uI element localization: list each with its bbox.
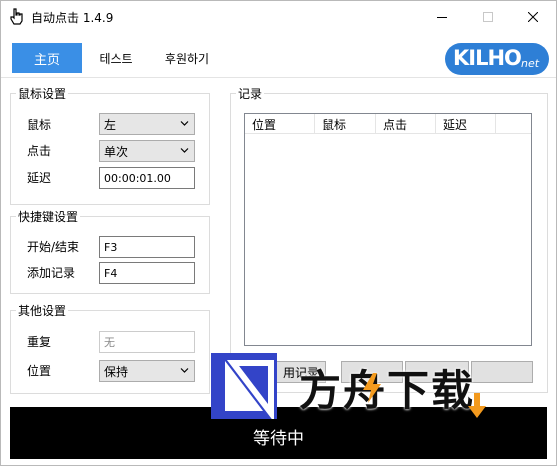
- start-stop-hotkey-input[interactable]: F3: [99, 236, 195, 258]
- tab-test[interactable]: 테스트: [95, 43, 137, 73]
- app-window: 自动点击 1.4.9 主页 테스트 후원하기 KILHO net 鼠标设置 鼠标…: [0, 0, 557, 466]
- mouse-settings-group: 鼠标设置 鼠标 左 点击 单次 延迟 00:00:01.00: [10, 85, 210, 205]
- records-group: 记录 位置 鼠标 点击 延迟 用记录: [230, 85, 548, 393]
- other-settings-group: 其他设置 重复 无 位置 保持: [10, 302, 210, 394]
- title-bar: 自动点击 1.4.9: [1, 1, 556, 32]
- start-stop-label: 开始/结束: [27, 240, 80, 254]
- logo-text: KILHO: [453, 46, 522, 70]
- chevron-down-icon: [180, 368, 189, 373]
- record-button-4[interactable]: [471, 361, 533, 383]
- column-header-mouse[interactable]: 鼠标: [315, 114, 376, 134]
- column-header-delay[interactable]: 延迟: [436, 114, 496, 134]
- maximize-button[interactable]: [465, 1, 511, 32]
- close-icon: [528, 11, 538, 22]
- repeat-label: 重复: [27, 335, 52, 349]
- click-label: 点击: [27, 144, 52, 158]
- mouse-label: 鼠标: [27, 118, 52, 132]
- minimize-button[interactable]: [419, 1, 465, 32]
- column-header-position[interactable]: 位置: [245, 114, 315, 134]
- position-label: 位置: [27, 364, 52, 378]
- other-settings-title: 其他设置: [16, 302, 69, 319]
- close-button[interactable]: [510, 1, 556, 32]
- use-record-button[interactable]: 用记录: [244, 361, 326, 383]
- add-record-label: 添加记录: [27, 266, 76, 280]
- maximize-icon: [483, 11, 493, 22]
- delay-input[interactable]: 00:00:01.00: [99, 167, 195, 189]
- position-select[interactable]: 保持: [99, 360, 195, 382]
- record-button-2[interactable]: [341, 361, 403, 383]
- kilho-logo[interactable]: KILHO net: [445, 43, 551, 75]
- tab-donate[interactable]: 후원하기: [159, 43, 215, 73]
- click-type-select[interactable]: 单次: [99, 140, 195, 162]
- click-type-value: 单次: [104, 144, 129, 159]
- records-list-header: 位置 鼠标 点击 延迟: [245, 114, 531, 134]
- tab-main[interactable]: 主页: [12, 43, 82, 73]
- hotkey-settings-title: 快捷键设置: [16, 208, 81, 225]
- window-title: 自动点击 1.4.9: [31, 11, 114, 25]
- records-title: 记录: [236, 85, 265, 102]
- record-button-3[interactable]: [405, 361, 469, 383]
- logo-suffix: net: [521, 57, 540, 70]
- mouse-button-select[interactable]: 左: [99, 113, 195, 135]
- records-list[interactable]: 位置 鼠标 点击 延迟: [244, 113, 532, 346]
- repeat-input[interactable]: 无: [99, 331, 195, 353]
- add-record-hotkey-input[interactable]: F4: [99, 262, 195, 284]
- hotkey-settings-group: 快捷键设置 开始/结束 F3 添加记录 F4: [10, 208, 210, 294]
- column-header-click[interactable]: 点击: [376, 114, 436, 134]
- chevron-down-icon: [180, 121, 189, 126]
- hand-pointer-icon: [10, 8, 23, 25]
- status-text: 等待中: [253, 428, 304, 449]
- chevron-down-icon: [180, 148, 189, 153]
- mouse-settings-title: 鼠标设置: [16, 85, 69, 102]
- minimize-icon: [437, 16, 447, 18]
- delay-label: 延迟: [27, 171, 52, 185]
- mouse-button-value: 左: [104, 117, 117, 132]
- position-value: 保持: [104, 364, 129, 379]
- status-bar: 等待中: [10, 407, 547, 459]
